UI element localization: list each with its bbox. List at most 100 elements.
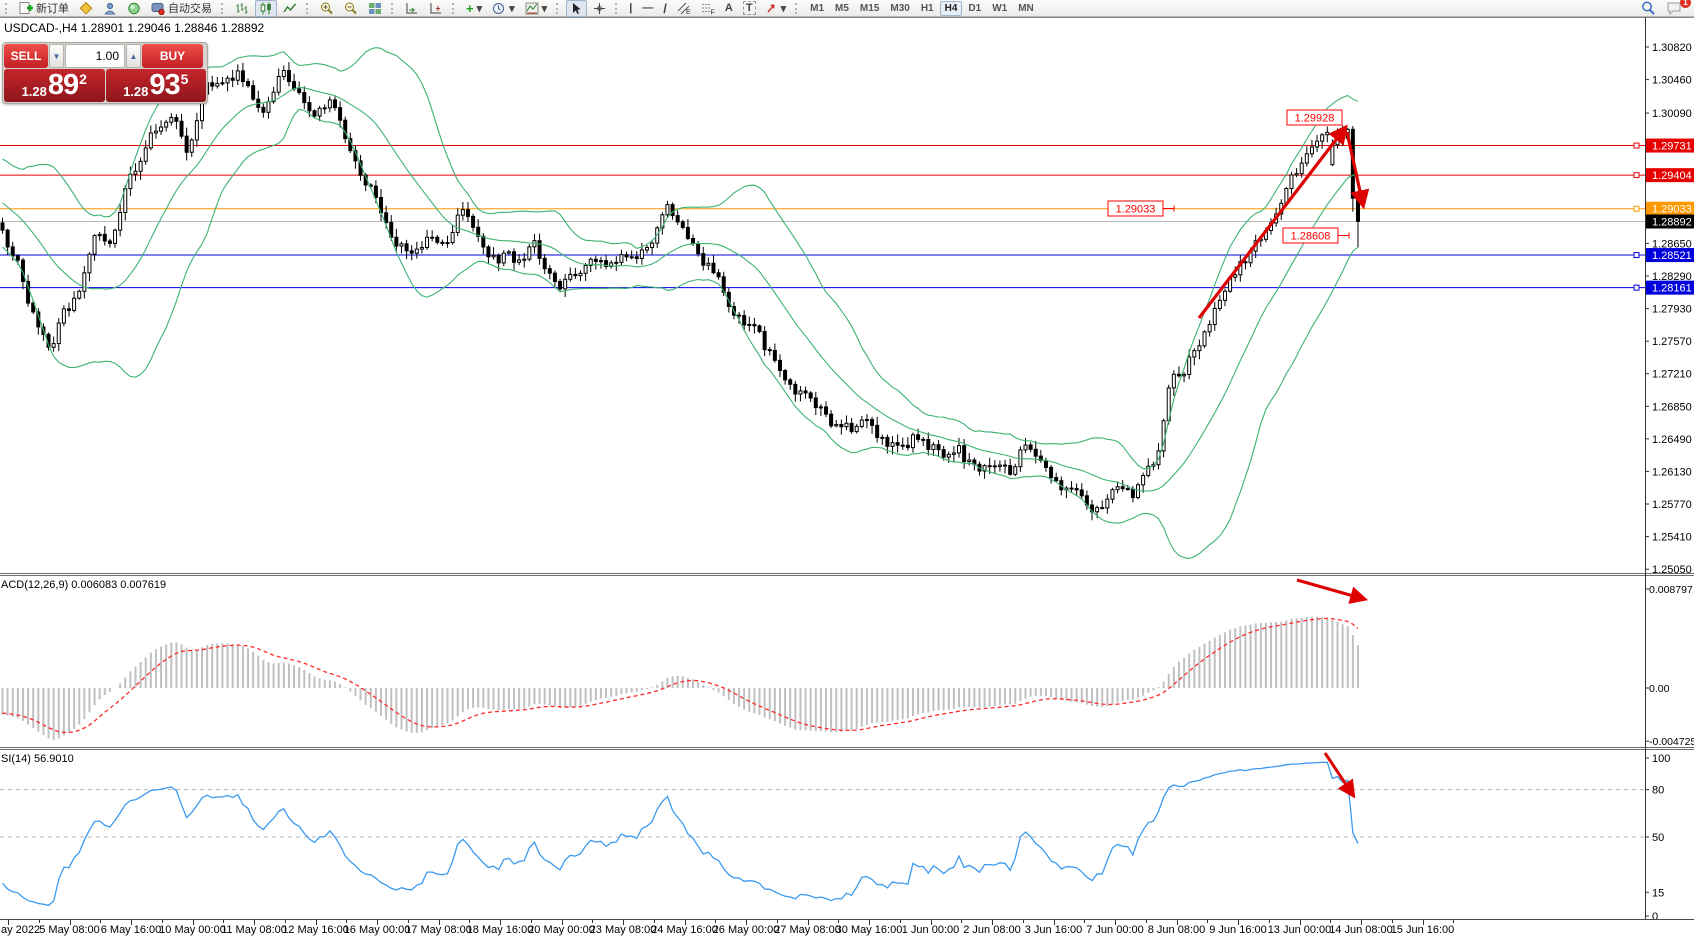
price-axis-label: 1.30090 xyxy=(1652,108,1692,120)
time-axis-minor-tick xyxy=(285,920,286,923)
time-axis-label: 13 Jun 00:00 xyxy=(1268,924,1332,936)
arrows-tool-button[interactable]: ▾ xyxy=(762,0,791,17)
channel-tool-button[interactable]: E xyxy=(673,0,695,17)
toolbar-grip[interactable] xyxy=(221,3,226,14)
dropdown-icon: ▾ xyxy=(781,2,787,15)
buy-price-prefix: 1.28 xyxy=(123,85,148,98)
price-badge-label: 1.29404 xyxy=(1652,170,1692,182)
zoom-in-button[interactable] xyxy=(316,0,338,17)
price-annotation[interactable]: 1.28608 xyxy=(1283,228,1349,243)
navigator-button[interactable] xyxy=(123,0,145,17)
clock-icon xyxy=(492,2,506,15)
cursor-button[interactable] xyxy=(566,0,587,17)
chart-shift-icon xyxy=(429,2,443,15)
toolbar-grip[interactable] xyxy=(306,3,311,14)
rsi-arrow[interactable] xyxy=(1325,753,1353,795)
line-chart-mode-button[interactable] xyxy=(279,0,301,17)
toolbar-grip[interactable] xyxy=(795,3,800,14)
time-axis-minor-tick xyxy=(1023,920,1024,923)
templates-icon xyxy=(525,2,539,15)
time-axis-minor-tick xyxy=(223,920,224,923)
svg-text:E: E xyxy=(686,9,691,15)
timeframe-m30[interactable]: M30 xyxy=(885,1,914,16)
timeframe-m15[interactable]: M15 xyxy=(855,1,884,16)
auto-trading-button[interactable]: 自动交易 xyxy=(147,0,216,17)
bar-chart-mode-button[interactable] xyxy=(231,0,253,17)
trend-arrow[interactable] xyxy=(1199,128,1345,318)
timeframe-h4[interactable]: H4 xyxy=(940,1,963,16)
horizontal-line-tool-button[interactable]: — xyxy=(638,0,657,17)
toolbar-grip[interactable] xyxy=(556,3,561,14)
chart-shift-button[interactable] xyxy=(425,0,447,17)
time-axis-label: 12 May 16:00 xyxy=(282,924,349,936)
one-click-trading-panel: SELL ▼ 1.00 ▲ BUY 1.28 89 2 1.28 93 5 xyxy=(2,42,208,104)
fibonacci-icon: F xyxy=(701,2,715,15)
vertical-line-tool-button[interactable]: | xyxy=(625,0,636,17)
indicators-button[interactable]: + ▾ xyxy=(462,0,486,17)
timeframe-d1[interactable]: D1 xyxy=(963,1,986,16)
price-axis-label: 1.25770 xyxy=(1652,499,1692,511)
time-axis-label: 8 Jun 08:00 xyxy=(1148,924,1206,936)
price-axis-label: 1.26490 xyxy=(1652,434,1692,446)
auto-scroll-button[interactable] xyxy=(401,0,423,17)
notifications-button[interactable]: 1 xyxy=(1662,0,1686,17)
one-click-prices: 1.28 89 2 1.28 93 5 xyxy=(4,69,206,102)
label-tool-button[interactable]: T xyxy=(739,0,760,17)
volume-decrease-button[interactable]: ▼ xyxy=(49,44,64,68)
text-tool-button[interactable]: A xyxy=(721,0,737,17)
time-axis-minor-tick xyxy=(900,920,901,923)
time-axis-minor-tick xyxy=(39,920,40,923)
toolbar-grip[interactable] xyxy=(452,3,457,14)
sell-price-prefix: 1.28 xyxy=(22,85,47,98)
volume-input[interactable]: 1.00 xyxy=(65,44,125,68)
volume-increase-button[interactable]: ▲ xyxy=(126,44,141,68)
toolbar-grip[interactable] xyxy=(391,3,396,14)
time-axis-minor-tick xyxy=(654,920,655,923)
dropdown-icon: ▾ xyxy=(477,2,483,15)
rsi-axis-label: 80 xyxy=(1652,785,1664,797)
timeframe-w1[interactable]: W1 xyxy=(987,1,1012,16)
price-annotation[interactable]: 1.29033 xyxy=(1108,201,1174,216)
sell-price-pip: 2 xyxy=(79,72,87,86)
new-order-button[interactable]: 新订单 xyxy=(15,0,73,17)
periods-button[interactable]: ▾ xyxy=(488,0,519,17)
dropdown-icon: ▾ xyxy=(542,2,548,15)
timeframe-m1[interactable]: M1 xyxy=(805,1,829,16)
price-badge-label: 1.28521 xyxy=(1652,250,1692,262)
time-axis[interactable]: ay 20225 May 08:006 May 16:0010 May 00:0… xyxy=(0,919,1694,939)
market-watch-button[interactable] xyxy=(75,0,97,17)
chart-plot[interactable]: 1.308201.304601.300901.293701.286501.282… xyxy=(0,0,1694,938)
main-pane xyxy=(0,48,1645,559)
data-window-button[interactable] xyxy=(99,0,121,17)
time-axis-label: 6 May 16:00 xyxy=(101,924,162,936)
candlestick-mode-button[interactable] xyxy=(255,0,277,17)
time-axis-label: 15 Jun 16:00 xyxy=(1391,924,1455,936)
timeframe-h1[interactable]: H1 xyxy=(916,1,939,16)
price-annotation[interactable]: 1.29928 xyxy=(1287,110,1342,125)
buy-price-display[interactable]: 1.28 93 5 xyxy=(106,69,207,102)
trend-arrow[interactable] xyxy=(1347,132,1363,205)
crosshair-button[interactable] xyxy=(589,0,610,17)
buy-button[interactable]: BUY xyxy=(142,44,203,68)
timeframe-mn[interactable]: MN xyxy=(1013,1,1039,16)
templates-button[interactable]: ▾ xyxy=(521,0,552,17)
time-axis-label: 23 May 08:00 xyxy=(590,924,657,936)
price-badge-label: 1.29033 xyxy=(1652,204,1692,216)
time-axis-label: 20 May 00:00 xyxy=(528,924,595,936)
time-axis-minor-tick xyxy=(777,920,778,923)
trendline-tool-button[interactable]: / xyxy=(659,0,671,17)
toolbar-grip[interactable] xyxy=(5,3,10,14)
tile-windows-button[interactable] xyxy=(364,0,386,17)
buy-price-pip: 5 xyxy=(181,72,189,86)
macd-arrow[interactable] xyxy=(1297,580,1364,599)
zoom-out-button[interactable] xyxy=(340,0,362,17)
trendline-icon: / xyxy=(663,1,667,16)
annotation-label: 1.28608 xyxy=(1291,231,1331,243)
sell-price-display[interactable]: 1.28 89 2 xyxy=(4,69,105,102)
toolbar-grip[interactable] xyxy=(615,3,620,14)
timeframe-m5[interactable]: M5 xyxy=(830,1,854,16)
time-axis-minor-tick xyxy=(1330,920,1331,923)
search-button[interactable] xyxy=(1637,0,1660,17)
fibonacci-tool-button[interactable]: F xyxy=(697,0,719,17)
sell-button[interactable]: SELL xyxy=(4,44,48,68)
